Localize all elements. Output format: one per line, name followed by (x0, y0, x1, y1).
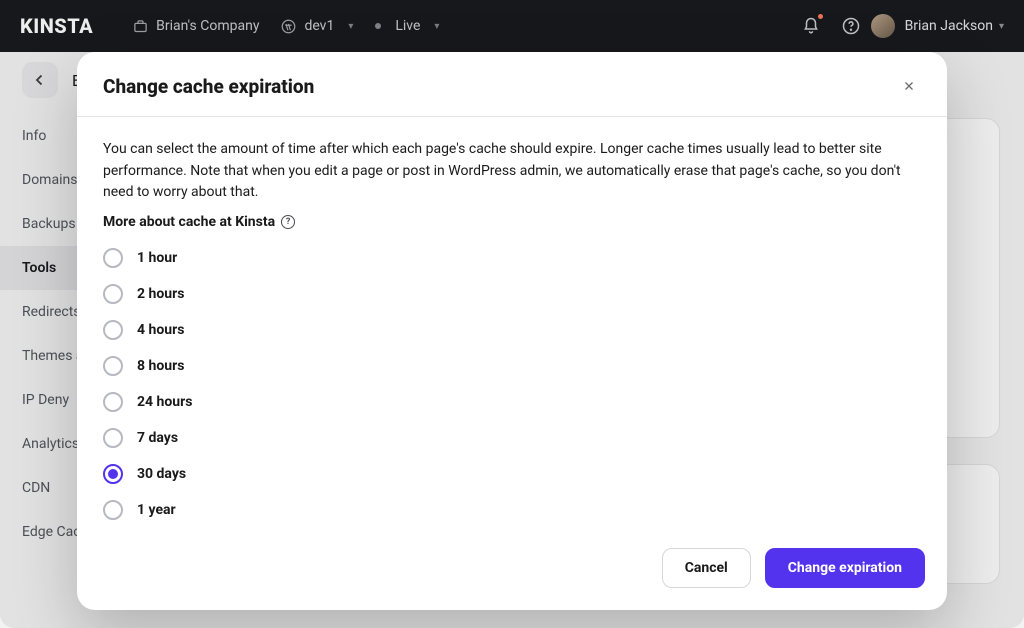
option-label: 24 hours (137, 394, 192, 410)
expiration-option[interactable]: 4 hours (103, 320, 921, 340)
close-button[interactable] (897, 74, 921, 98)
option-label: 30 days (137, 466, 186, 482)
cache-expiration-modal: Change cache expiration You can select t… (77, 52, 947, 610)
modal-header: Change cache expiration (77, 52, 947, 117)
learn-more-label: More about cache at Kinsta (103, 214, 275, 230)
learn-more-link[interactable]: More about cache at Kinsta ? (103, 214, 921, 230)
expiration-option[interactable]: 30 days (103, 464, 921, 484)
option-label: 2 hours (137, 286, 184, 302)
expiration-options: 1 hour 2 hours 4 hours 8 hours 24 hours 7 day… (103, 248, 921, 520)
radio-icon (103, 356, 123, 376)
radio-icon (103, 428, 123, 448)
radio-icon (103, 320, 123, 340)
radio-icon (103, 500, 123, 520)
expiration-option[interactable]: 2 hours (103, 284, 921, 304)
expiration-option[interactable]: 8 hours (103, 356, 921, 376)
expiration-option[interactable]: 24 hours (103, 392, 921, 412)
modal-title: Change cache expiration (103, 75, 314, 98)
expiration-option[interactable]: 1 hour (103, 248, 921, 268)
submit-label: Change expiration (788, 560, 902, 576)
radio-icon (103, 248, 123, 268)
option-label: 8 hours (137, 358, 184, 374)
modal-description: You can select the amount of time after … (103, 139, 921, 204)
option-label: 7 days (137, 430, 178, 446)
submit-button[interactable]: Change expiration (765, 548, 925, 588)
radio-icon (103, 392, 123, 412)
expiration-option[interactable]: 1 year (103, 500, 921, 520)
cancel-button[interactable]: Cancel (662, 548, 751, 588)
help-icon: ? (281, 215, 295, 229)
option-label: 1 year (137, 502, 176, 518)
radio-icon (103, 464, 123, 484)
expiration-option[interactable]: 7 days (103, 428, 921, 448)
option-label: 1 hour (137, 250, 177, 266)
modal-body: You can select the amount of time after … (77, 117, 947, 530)
cancel-label: Cancel (685, 560, 728, 576)
modal-overlay[interactable]: Change cache expiration You can select t… (0, 0, 1024, 628)
radio-icon (103, 284, 123, 304)
modal-footer: Cancel Change expiration (77, 530, 947, 610)
option-label: 4 hours (137, 322, 184, 338)
